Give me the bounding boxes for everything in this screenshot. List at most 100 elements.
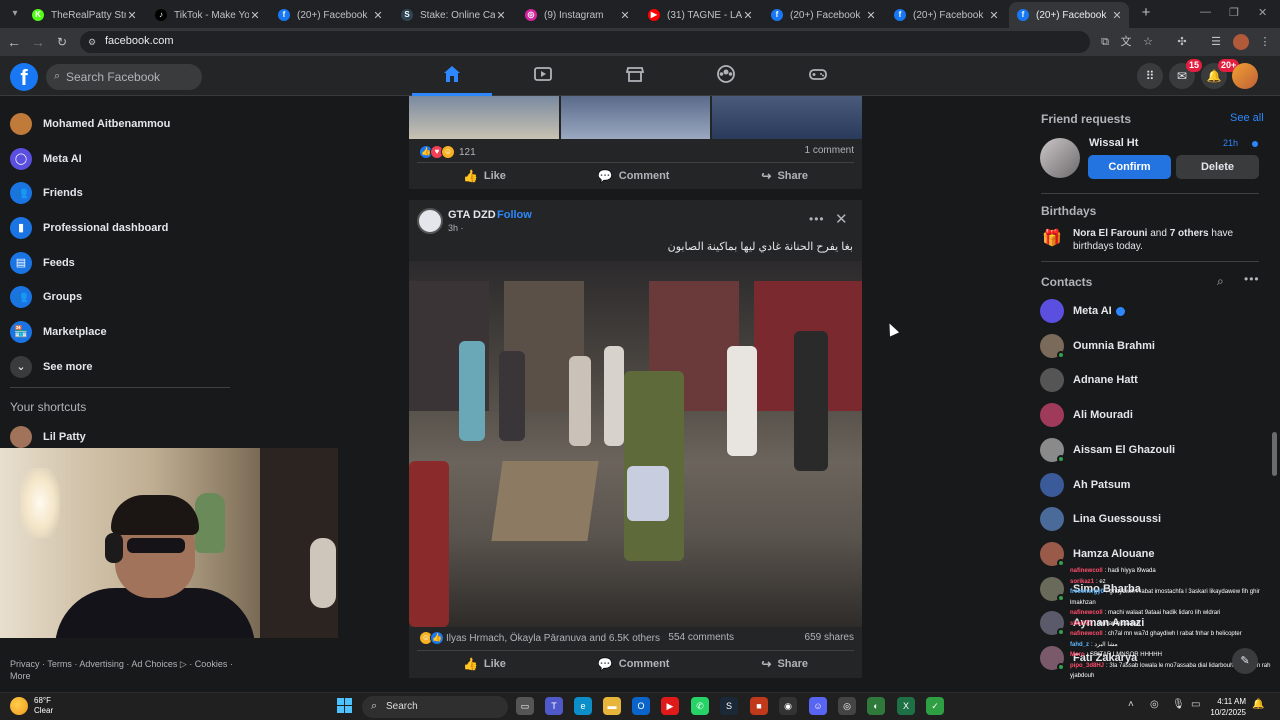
browser-tab[interactable]: f (20+) Facebook ✕ bbox=[886, 2, 1006, 28]
teams-icon[interactable]: T bbox=[545, 697, 563, 715]
browser-tab[interactable]: S Stake: Online Casino✕ bbox=[393, 2, 513, 28]
reaction-summary[interactable]: ☺ 👍 Ilyas Hrmach, Ökayla Pāranuva and 6.… bbox=[419, 630, 660, 646]
author-avatar[interactable] bbox=[417, 208, 443, 234]
share-button[interactable]: ↪ Share bbox=[761, 657, 808, 671]
close-tab-icon[interactable]: ✕ bbox=[1111, 9, 1123, 22]
see-all-link[interactable]: See all bbox=[1230, 112, 1264, 124]
search-box[interactable]: ⌕ bbox=[46, 64, 202, 90]
requester-avatar[interactable] bbox=[1040, 138, 1080, 178]
contact-item[interactable]: Oumnia Brahmi bbox=[1040, 331, 1260, 361]
comment-button[interactable]: 💬 Comment bbox=[598, 169, 670, 183]
facebook-logo-icon[interactable]: f bbox=[10, 63, 38, 91]
groups-nav-icon[interactable] bbox=[714, 62, 738, 86]
close-tab-icon[interactable]: ✕ bbox=[372, 9, 384, 22]
youtube-icon[interactable]: ▶ bbox=[661, 697, 679, 715]
browser-menu-icon[interactable]: ⋮ bbox=[1257, 34, 1273, 50]
account-avatar[interactable] bbox=[1232, 63, 1258, 89]
contacts-search-icon[interactable]: ⌕ bbox=[1217, 274, 1224, 289]
post-video[interactable] bbox=[409, 261, 862, 627]
chrome-icon[interactable]: ◐ bbox=[867, 697, 885, 715]
reload-icon[interactable]: ↻ bbox=[54, 34, 70, 50]
new-tab-button[interactable]: + bbox=[1138, 5, 1154, 21]
browser-tab[interactable]: f (20+) Facebook ✕ bbox=[270, 2, 390, 28]
sidebar-item[interactable]: ◯ Meta AI bbox=[10, 144, 230, 174]
post-options-icon[interactable]: ••• bbox=[809, 212, 825, 226]
video-icon[interactable] bbox=[531, 62, 555, 86]
home-icon[interactable] bbox=[440, 62, 464, 86]
reading-list-icon[interactable]: ☰ bbox=[1208, 34, 1224, 50]
obs-icon[interactable]: ◉ bbox=[779, 697, 797, 715]
confirm-button[interactable]: Confirm bbox=[1088, 155, 1171, 179]
forward-icon[interactable]: → bbox=[30, 34, 46, 50]
post-timestamp[interactable]: 3h · bbox=[448, 223, 464, 233]
close-tab-icon[interactable]: ✕ bbox=[495, 9, 507, 22]
browser-tab[interactable]: ▶ (31) TAGNE - LA HAINE✕ bbox=[640, 2, 760, 28]
browser-tab[interactable]: f (20+) Facebook ✕ bbox=[1009, 2, 1129, 28]
contact-item[interactable]: Aissam El Ghazouli bbox=[1040, 435, 1260, 465]
reaction-summary[interactable]: 👍 ♥ ☺ 121 bbox=[419, 144, 476, 160]
close-tab-icon[interactable]: ✕ bbox=[249, 9, 261, 22]
sidebar-item[interactable]: ⌄ See more bbox=[10, 352, 230, 382]
sidebar-item[interactable]: Mohamed Aitbenammou bbox=[10, 109, 230, 139]
close-tab-icon[interactable]: ✕ bbox=[865, 9, 877, 22]
start-button[interactable] bbox=[337, 698, 353, 714]
close-tab-icon[interactable]: ✕ bbox=[988, 9, 1000, 22]
browser-tab[interactable]: f (20+) Facebook ✕ bbox=[763, 2, 883, 28]
sidebar-item[interactable]: 👥 Groups bbox=[10, 282, 230, 312]
search-input[interactable] bbox=[66, 64, 196, 90]
close-tab-icon[interactable]: ✕ bbox=[742, 9, 754, 22]
shares-count[interactable]: 659 shares bbox=[805, 632, 854, 643]
contacts-options-icon[interactable]: ••• bbox=[1244, 272, 1260, 286]
contact-item[interactable]: Ah Patsum bbox=[1040, 470, 1260, 500]
gaming-icon[interactable] bbox=[806, 62, 830, 86]
sidebar-item[interactable]: 👥 Friends bbox=[10, 178, 230, 208]
comment-button[interactable]: 💬 Comment bbox=[598, 657, 670, 671]
task-view-icon[interactable]: ▭ bbox=[516, 697, 534, 715]
file-explorer-icon[interactable]: ▬ bbox=[603, 697, 621, 715]
address-bar[interactable]: ⚙ facebook.com bbox=[80, 31, 1090, 53]
maximize-icon[interactable]: ❐ bbox=[1229, 6, 1239, 19]
share-button[interactable]: ↪ Share bbox=[761, 169, 808, 183]
notification-bell-icon[interactable]: 🔔 bbox=[1252, 699, 1264, 710]
app-icon[interactable]: ■ bbox=[750, 697, 768, 715]
outlook-icon[interactable]: O bbox=[632, 697, 650, 715]
close-window-icon[interactable]: ✕ bbox=[1258, 6, 1267, 19]
follow-button[interactable]: Follow bbox=[497, 209, 532, 221]
contact-item[interactable]: Meta AI bbox=[1040, 296, 1260, 326]
menu-grid-icon[interactable]: ⠿ bbox=[1137, 63, 1163, 89]
like-button[interactable]: 👍 Like bbox=[463, 657, 506, 671]
translate-icon[interactable]: 文 bbox=[1118, 34, 1134, 50]
profile-avatar-icon[interactable] bbox=[1233, 34, 1249, 50]
post-photo-strip[interactable] bbox=[409, 96, 863, 139]
birthdays-text[interactable]: Nora El Farouni and 7 others have birthd… bbox=[1073, 227, 1253, 253]
contact-item[interactable]: Ali Mouradi bbox=[1040, 400, 1260, 430]
requester-name[interactable]: Wissal Ht bbox=[1089, 137, 1138, 149]
scrollbar-thumb[interactable] bbox=[1272, 432, 1277, 476]
excel-icon[interactable]: X bbox=[897, 697, 915, 715]
contact-item[interactable]: Hamza Alouane bbox=[1040, 539, 1260, 569]
back-icon[interactable]: ← bbox=[6, 34, 22, 50]
microphone-icon[interactable]: 🎙 bbox=[1172, 699, 1185, 710]
edge-icon[interactable]: e bbox=[574, 697, 592, 715]
sidebar-item[interactable]: 🏪 Marketplace bbox=[10, 317, 230, 347]
comments-count[interactable]: 554 comments bbox=[668, 632, 734, 643]
tray-app-icon[interactable]: ◎ bbox=[1150, 699, 1159, 710]
discord-icon[interactable]: ☺ bbox=[809, 697, 827, 715]
app-icon[interactable]: ◎ bbox=[838, 697, 856, 715]
extensions-icon[interactable]: ✣ bbox=[1174, 34, 1190, 50]
close-tab-icon[interactable]: ✕ bbox=[619, 9, 631, 22]
weather-widget[interactable]: 68°F Clear bbox=[34, 696, 53, 716]
contact-item[interactable]: Lina Guessoussi bbox=[1040, 504, 1260, 534]
new-message-icon[interactable]: ✎ bbox=[1232, 648, 1258, 674]
minimize-icon[interactable]: — bbox=[1200, 6, 1211, 18]
install-app-icon[interactable]: ⧉ bbox=[1097, 34, 1113, 50]
post-author[interactable]: GTA DZD bbox=[448, 209, 496, 221]
tray-chevron-icon[interactable]: ˄ bbox=[1128, 699, 1134, 710]
tab-search-icon[interactable]: ▾ bbox=[6, 5, 24, 23]
hide-post-icon[interactable]: ✕ bbox=[835, 210, 848, 228]
steam-icon[interactable]: S bbox=[720, 697, 738, 715]
browser-tab[interactable]: ♪ TikTok - Make Your Day✕ bbox=[147, 2, 267, 28]
taskbar-search[interactable]: ⌕ Search bbox=[362, 696, 508, 718]
marketplace-nav-icon[interactable] bbox=[623, 62, 647, 86]
delete-button[interactable]: Delete bbox=[1176, 155, 1259, 179]
